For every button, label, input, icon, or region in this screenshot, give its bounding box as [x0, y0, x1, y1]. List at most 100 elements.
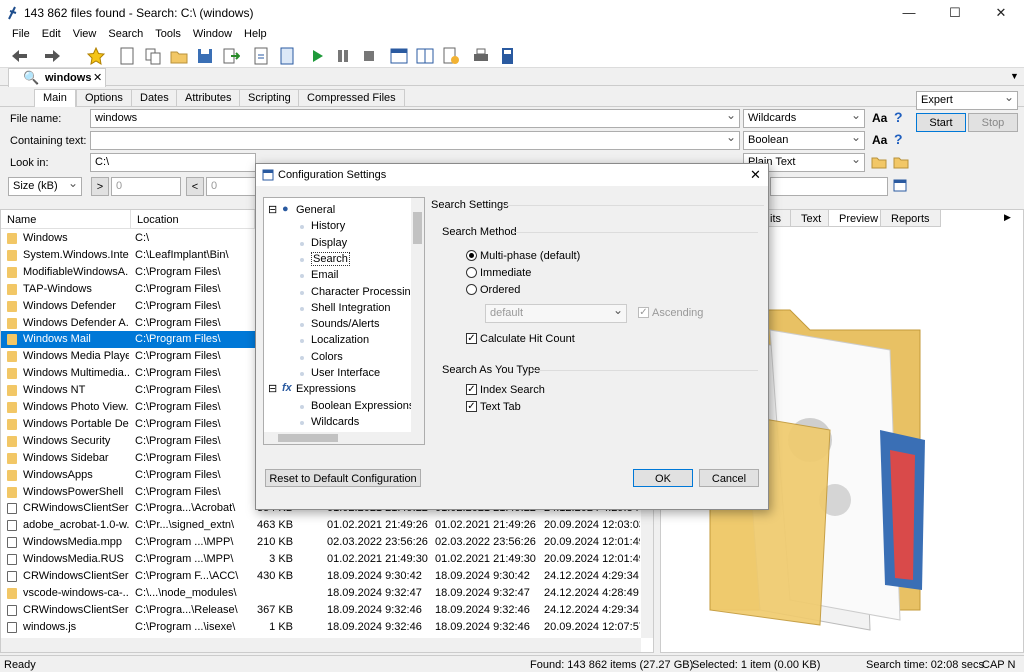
- date-input[interactable]: [770, 177, 888, 196]
- tree-item-boolean-expressions[interactable]: Boolean Expressions: [311, 400, 414, 412]
- tree-item-character-processing[interactable]: Character Processing: [311, 286, 417, 298]
- close-button[interactable]: ✕: [978, 0, 1024, 26]
- report-icon[interactable]: [252, 47, 270, 65]
- print-preview-icon[interactable]: [278, 47, 296, 65]
- tree-item-display[interactable]: Display: [311, 237, 347, 249]
- menu-file[interactable]: File: [6, 26, 36, 40]
- export-icon[interactable]: [222, 47, 240, 65]
- mode-select[interactable]: Expert: [916, 90, 1018, 110]
- tab-attributes[interactable]: Attributes: [176, 89, 241, 106]
- menu-tools[interactable]: Tools: [149, 26, 187, 40]
- containing-text-input[interactable]: [90, 130, 740, 150]
- stop-icon[interactable]: [360, 47, 378, 65]
- table-row[interactable]: WindowsMedia.RUS C:\Program ...\MPP\ 3 KB 0…: [1, 551, 641, 568]
- start-button[interactable]: Start: [916, 113, 966, 132]
- tree-item-wildcards[interactable]: Wildcards: [311, 416, 359, 428]
- table-row[interactable]: CRWindowsClientSer... C:\Program F...\ACC…: [1, 568, 641, 585]
- size-greater-button[interactable]: >: [91, 177, 109, 196]
- column-header-name[interactable]: Name: [1, 210, 131, 228]
- containing-mode-select[interactable]: Boolean: [743, 130, 865, 150]
- tab-main[interactable]: Main: [34, 89, 76, 107]
- size-max-input[interactable]: 0: [206, 177, 256, 196]
- text-tab-checkbox[interactable]: ✓: [466, 401, 477, 412]
- table-row[interactable]: CRWindowsClientSer... C:\Progra...\Releas…: [1, 602, 641, 619]
- dialog-close-icon[interactable]: ✕: [750, 167, 761, 183]
- tab-compressed-files[interactable]: Compressed Files: [298, 89, 405, 106]
- file-name-mode-select[interactable]: Wildcards: [743, 108, 865, 128]
- layout-icon[interactable]: [390, 47, 408, 65]
- index-search-checkbox[interactable]: ✓: [466, 384, 477, 395]
- tab-list-dropdown-icon[interactable]: ▼: [1010, 71, 1019, 81]
- tab-dates[interactable]: Dates: [131, 89, 178, 106]
- search-tab[interactable]: 🔍 windows ✕: [8, 68, 106, 87]
- back-arrow-icon[interactable]: [10, 47, 28, 65]
- size-unit-select[interactable]: Size (kB): [8, 176, 82, 196]
- table-row[interactable]: windows.js C:\Program ...\isexe\ 1 KB 18.09…: [1, 619, 641, 636]
- browse-folder-icon[interactable]: [871, 155, 887, 169]
- ascending-checkbox[interactable]: ✓: [638, 307, 649, 318]
- tree-item-localization[interactable]: Localization: [311, 334, 369, 346]
- tree-item-sounds-alerts[interactable]: Sounds/Alerts: [311, 318, 379, 330]
- tab-reports[interactable]: Reports: [880, 209, 941, 227]
- tree-item-shell-integration[interactable]: Shell Integration: [311, 302, 391, 314]
- order-select[interactable]: default: [485, 303, 627, 323]
- new-document-icon[interactable]: [118, 47, 136, 65]
- forward-arrow-icon[interactable]: [44, 47, 62, 65]
- cancel-button[interactable]: Cancel: [699, 469, 759, 487]
- tree-expander-icon[interactable]: ⊟: [268, 382, 277, 395]
- menu-edit[interactable]: Edit: [36, 26, 67, 40]
- immediate-radio[interactable]: [466, 267, 477, 278]
- tree-item-search[interactable]: Search: [311, 251, 350, 266]
- close-tab-icon[interactable]: ✕: [93, 71, 102, 84]
- menu-view[interactable]: View: [67, 26, 103, 40]
- help-text-icon[interactable]: ?: [894, 131, 903, 147]
- copy-icon[interactable]: [144, 47, 162, 65]
- file-name-input[interactable]: windows: [90, 108, 740, 128]
- split-view-icon[interactable]: [416, 47, 434, 65]
- favorites-star-icon[interactable]: [87, 47, 105, 65]
- column-header-location[interactable]: Location: [131, 210, 255, 228]
- tree-item-general[interactable]: General: [296, 204, 335, 216]
- tab-scripting[interactable]: Scripting: [239, 89, 300, 106]
- case-sensitive-icon[interactable]: Aa: [872, 111, 887, 125]
- table-row[interactable]: vscode-windows-ca-... C:\...\node_modules…: [1, 585, 641, 602]
- save-icon[interactable]: [196, 47, 214, 65]
- ordered-radio[interactable]: [466, 284, 477, 295]
- minimize-button[interactable]: —: [886, 0, 932, 26]
- folder-options-icon[interactable]: [893, 155, 909, 169]
- maximize-button[interactable]: ☐: [932, 0, 978, 26]
- reset-defaults-button[interactable]: Reset to Default Configuration: [265, 469, 421, 487]
- tab-scroll-right-icon[interactable]: ▶: [1004, 212, 1011, 223]
- tree-expander-icon[interactable]: ⊟: [268, 203, 277, 216]
- tree-item-user-interface[interactable]: User Interface: [311, 367, 380, 379]
- play-icon[interactable]: [308, 47, 326, 65]
- table-row[interactable]: adobe_acrobat-1.0-w... C:\Pr...\signed_ex…: [1, 517, 641, 534]
- horizontal-scrollbar[interactable]: [1, 638, 641, 652]
- size-less-button[interactable]: <: [186, 177, 204, 196]
- tab-text[interactable]: Text: [790, 209, 833, 227]
- size-min-input[interactable]: 0: [111, 177, 181, 196]
- help-icon[interactable]: ?: [894, 109, 903, 125]
- tree-hscrollbar[interactable]: [264, 432, 411, 444]
- multiphase-radio[interactable]: [466, 250, 477, 261]
- pause-icon[interactable]: [334, 47, 352, 65]
- menu-help[interactable]: Help: [238, 26, 273, 40]
- calendar-icon[interactable]: [893, 178, 907, 192]
- settings-document-icon[interactable]: [442, 47, 460, 65]
- tree-item-colors[interactable]: Colors: [311, 351, 343, 363]
- menu-window[interactable]: Window: [187, 26, 238, 40]
- tree-item-email[interactable]: Email: [311, 269, 339, 281]
- tree-scrollbar[interactable]: [411, 198, 424, 444]
- case-sensitive-text-icon[interactable]: Aa: [872, 133, 887, 147]
- tab-options[interactable]: Options: [76, 89, 132, 106]
- printer-icon[interactable]: [472, 47, 490, 65]
- open-folder-icon[interactable]: [170, 47, 188, 65]
- help-book-icon[interactable]: [498, 47, 516, 65]
- tree-item-expressions[interactable]: Expressions: [296, 383, 356, 395]
- ok-button[interactable]: OK: [633, 469, 693, 487]
- menu-search[interactable]: Search: [102, 26, 149, 40]
- tree-item-history[interactable]: History: [311, 220, 345, 232]
- table-row[interactable]: WindowsMedia.mpp C:\Program ...\MPP\ 210 K…: [1, 534, 641, 551]
- look-in-input[interactable]: C:\: [90, 153, 256, 172]
- stop-button[interactable]: Stop: [968, 113, 1018, 132]
